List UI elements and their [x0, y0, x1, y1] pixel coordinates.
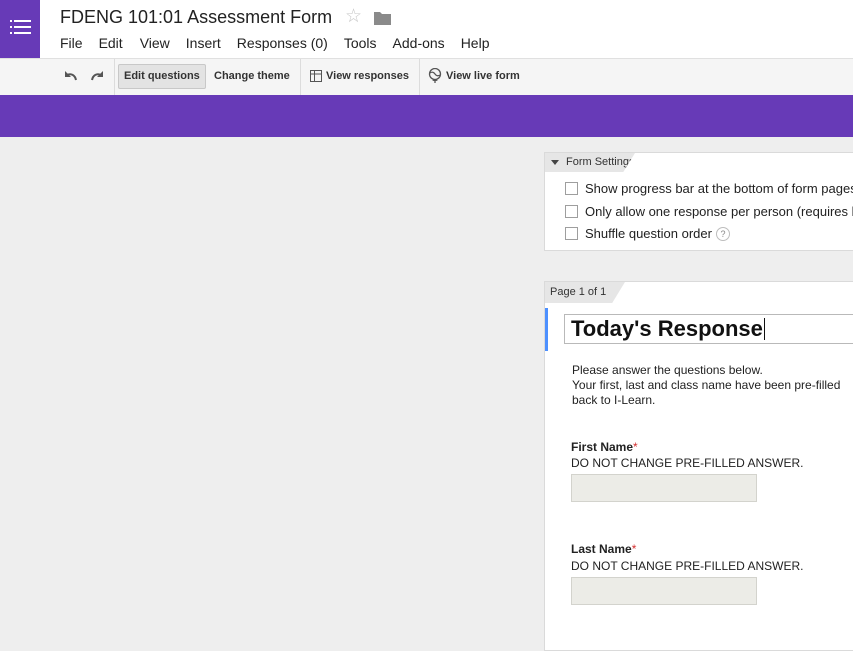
edit-questions-button[interactable]: Edit questions: [118, 64, 206, 89]
menu-addons[interactable]: Add-ons: [393, 35, 445, 51]
theme-banner: [0, 95, 853, 137]
form-settings-panel: Form Settings Show progress bar at the b…: [544, 152, 853, 251]
spreadsheet-icon: [310, 70, 322, 83]
help-icon[interactable]: ?: [715, 227, 730, 241]
list-icon-dot: [10, 26, 12, 28]
form-description[interactable]: Please answer the questions below. Your …: [572, 363, 840, 408]
globe-icon: [428, 68, 442, 84]
description-line: back to I-Learn.: [572, 393, 656, 407]
main-menu-button[interactable]: [0, 0, 40, 58]
menu-tools[interactable]: Tools: [344, 35, 377, 51]
text-cursor: [763, 318, 765, 340]
toolbar-divider: [419, 59, 420, 95]
form-page-panel: Page 1 of 1 Today's Response Please answ…: [544, 281, 853, 651]
first-name-answer-field: [571, 474, 757, 502]
shuffle-row-text: Shuffle question order?: [585, 226, 730, 241]
first-name-title: First Name: [571, 440, 634, 454]
last-name-answer-field: [571, 577, 757, 605]
change-theme-button[interactable]: Change theme: [214, 64, 290, 89]
progress-bar-checkbox[interactable]: [565, 182, 578, 195]
form-title-text: Today's Response: [571, 316, 763, 341]
menu-responses[interactable]: Responses (0): [237, 35, 328, 51]
menu-insert[interactable]: Insert: [186, 35, 221, 51]
list-icon-line: [14, 32, 31, 34]
toolbar-divider: [114, 59, 115, 95]
required-asterisk: *: [633, 440, 638, 454]
description-line: Your first, last and class name have bee…: [572, 378, 841, 392]
page-indicator: Page 1 of 1: [545, 282, 625, 303]
one-response-label: Only allow one response per person (requ…: [585, 204, 853, 219]
form-settings-tab[interactable]: Form Settings: [545, 153, 635, 172]
question-title-first-name[interactable]: First Name*: [571, 440, 638, 454]
form-settings-label: Form Settings: [566, 156, 635, 168]
last-name-help-text: DO NOT CHANGE PRE-FILLED ANSWER.: [571, 559, 804, 573]
toolbar-divider: [300, 59, 301, 95]
app-header: FDENG 101:01 Assessment Form ☆ File Edit…: [0, 0, 853, 58]
toolbar: Edit questions Change theme View respons…: [0, 58, 853, 95]
menu-bar: File Edit View Insert Responses (0) Tool…: [60, 35, 505, 51]
undo-icon[interactable]: [62, 68, 80, 84]
folder-icon[interactable]: [374, 11, 391, 25]
required-asterisk: *: [631, 542, 637, 556]
progress-bar-label: Show progress bar at the bottom of form …: [585, 181, 853, 196]
view-live-form-label: View live form: [446, 70, 520, 82]
shuffle-checkbox[interactable]: [565, 227, 578, 240]
view-responses-label: View responses: [326, 70, 409, 82]
view-live-form-button[interactable]: View live form: [428, 64, 520, 89]
list-icon-line: [14, 20, 31, 22]
last-name-title: Last Name: [571, 542, 632, 556]
one-response-checkbox[interactable]: [565, 205, 578, 218]
question-title-last-name[interactable]: Last Name*: [571, 542, 636, 556]
first-name-help-text: DO NOT CHANGE PRE-FILLED ANSWER.: [571, 456, 804, 470]
list-icon-dot: [10, 20, 12, 22]
list-icon-line: [14, 26, 31, 28]
menu-help[interactable]: Help: [461, 35, 490, 51]
star-icon[interactable]: ☆: [345, 7, 362, 27]
form-title-input[interactable]: Today's Response: [564, 314, 853, 344]
redo-icon[interactable]: [88, 68, 106, 84]
list-icon-dot: [10, 32, 12, 34]
description-line: Please answer the questions below.: [572, 363, 763, 377]
selected-item-accent: [545, 308, 548, 351]
menu-file[interactable]: File: [60, 35, 83, 51]
document-title[interactable]: FDENG 101:01 Assessment Form: [60, 7, 332, 28]
menu-view[interactable]: View: [140, 35, 170, 51]
collapse-triangle-icon: [551, 160, 559, 165]
view-responses-button[interactable]: View responses: [310, 64, 409, 89]
shuffle-label: Shuffle question order: [585, 226, 712, 241]
menu-edit[interactable]: Edit: [99, 35, 123, 51]
